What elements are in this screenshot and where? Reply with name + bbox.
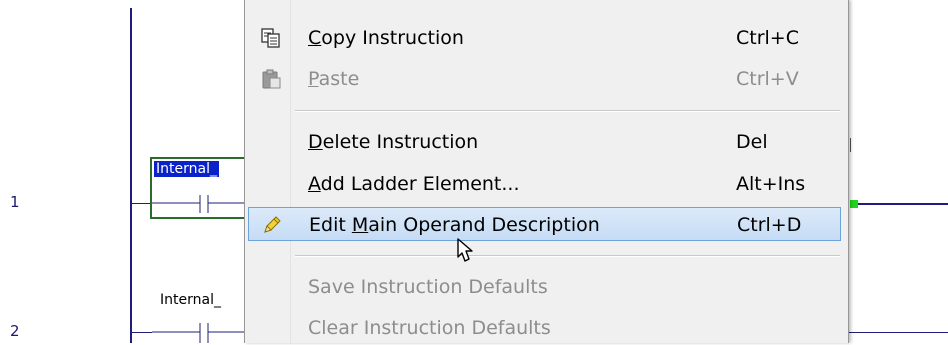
menu-item-save-instruction-defaults[interactable]: Save Instruction Defaults [248, 270, 841, 304]
left-power-rail [130, 8, 132, 343]
menu-item-copy-instruction[interactable]: Copy Instruction Ctrl+C [248, 21, 841, 55]
rung-2-line-right [848, 332, 948, 333]
menu-item-shortcut: Ctrl+C [736, 27, 799, 49]
menu-item-shortcut: Del [736, 131, 768, 153]
copy-icon [261, 28, 280, 48]
rung-number-1: 1 [10, 193, 20, 211]
menu-item-label: Delete Instruction [308, 131, 479, 153]
menu-item-paste[interactable]: Paste Ctrl+V [248, 62, 841, 96]
rung-2-contact[interactable] [152, 320, 244, 343]
menu-item-shortcut: Alt+Ins [736, 173, 806, 195]
menu-item-shortcut: Ctrl+D [737, 214, 802, 236]
menu-item-label: Copy Instruction [308, 27, 464, 49]
rung-1-contact[interactable] [152, 193, 244, 215]
rung-1-line-right [858, 203, 948, 205]
menu-item-delete-instruction[interactable]: Delete Instruction Del [248, 125, 841, 159]
menu-separator [295, 255, 840, 257]
menu-item-shortcut: Ctrl+V [736, 68, 799, 90]
menu-item-clear-instruction-defaults[interactable]: Clear Instruction Defaults [248, 311, 841, 345]
menu-separator [295, 110, 840, 112]
rung-2-line-left [132, 332, 152, 333]
energized-marker [850, 200, 858, 208]
pencil-icon [264, 216, 281, 233]
menu-item-label: Save Instruction Defaults [308, 276, 548, 298]
menu-item-edit-main-operand-description[interactable]: Edit Main Operand Description Ctrl+D [248, 207, 841, 241]
rung-2-tag-label[interactable]: Internal_ [160, 292, 221, 308]
menu-item-label: Paste [308, 68, 360, 90]
rung-1-line-left [132, 203, 150, 204]
rung-number-2: 2 [10, 322, 20, 340]
menu-item-label: Clear Instruction Defaults [308, 317, 551, 339]
element-fragment [850, 138, 851, 152]
context-menu: Copy Instruction Ctrl+C Paste Ctrl+V Del… [244, 0, 849, 343]
paste-icon [262, 69, 281, 89]
menu-item-label: Add Ladder Element... [308, 173, 520, 195]
rung-1-tag-label[interactable]: Internal_ [154, 161, 219, 177]
mouse-pointer-icon [457, 238, 473, 262]
menu-item-add-ladder-element[interactable]: Add Ladder Element... Alt+Ins [248, 167, 841, 201]
